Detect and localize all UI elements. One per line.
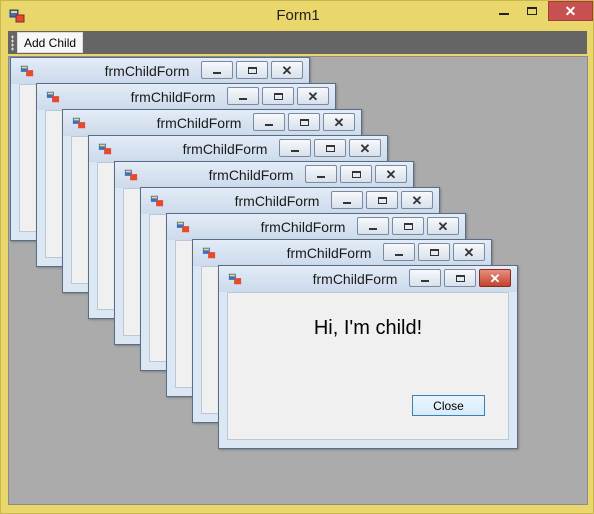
child-maximize-button[interactable] <box>340 165 372 183</box>
child-titlebar[interactable]: frmChildForm ✕ <box>11 58 309 84</box>
close-form-button[interactable]: Close <box>412 395 485 416</box>
child-titlebar[interactable]: frmChildForm ✕ <box>193 240 491 266</box>
child-titlebar[interactable]: frmChildForm ✕ <box>89 136 387 162</box>
minimize-icon <box>291 150 299 152</box>
maximize-icon <box>429 248 439 256</box>
child-maximize-button[interactable] <box>444 269 476 287</box>
child-close-button[interactable]: ✕ <box>375 165 407 183</box>
child-titlebar[interactable]: frmChildForm ✕ <box>115 162 413 188</box>
maximize-icon <box>351 170 361 178</box>
child-maximize-button[interactable] <box>288 113 320 131</box>
close-icon: ✕ <box>281 62 293 78</box>
minimize-icon <box>213 72 221 74</box>
child-maximize-button[interactable] <box>236 61 268 79</box>
child-close-button[interactable]: ✕ <box>453 243 485 261</box>
close-icon: ✕ <box>411 192 423 208</box>
child-minimize-button[interactable] <box>331 191 363 209</box>
child-minimize-button[interactable] <box>201 61 233 79</box>
close-button[interactable]: ✕ <box>548 1 593 21</box>
maximize-icon <box>377 196 387 204</box>
maximize-icon <box>299 118 309 126</box>
maximize-icon <box>403 222 413 230</box>
active-child-window[interactable]: frmChildForm ✕ Hi, I'm child! Close <box>218 265 518 449</box>
main-titlebar[interactable]: Form1 ✕ <box>1 1 594 31</box>
minimize-icon <box>395 254 403 256</box>
child-close-button[interactable]: ✕ <box>349 139 381 157</box>
child-minimize-button[interactable] <box>279 139 311 157</box>
child-minimize-button[interactable] <box>227 87 259 105</box>
child-minimize-button[interactable] <box>409 269 441 287</box>
child-minimize-button[interactable] <box>383 243 415 261</box>
child-maximize-button[interactable] <box>392 217 424 235</box>
child-titlebar[interactable]: frmChildForm ✕ <box>63 110 361 136</box>
child-titlebar[interactable]: frmChildForm ✕ <box>167 214 465 240</box>
close-icon: ✕ <box>333 114 345 130</box>
minimize-icon <box>369 228 377 230</box>
child-minimize-button[interactable] <box>253 113 285 131</box>
maximize-icon <box>527 7 537 15</box>
minimize-button[interactable] <box>491 1 517 21</box>
child-body: Hi, I'm child! Close <box>227 292 509 440</box>
child-close-button[interactable]: ✕ <box>401 191 433 209</box>
child-titlebar[interactable]: frmChildForm ✕ <box>37 84 335 110</box>
minimize-icon <box>317 176 325 178</box>
child-maximize-button[interactable] <box>418 243 450 261</box>
menu-strip: Add Child <box>8 31 587 54</box>
child-close-button[interactable]: ✕ <box>479 269 511 287</box>
close-icon: ✕ <box>307 88 319 104</box>
child-titlebar[interactable]: frmChildForm ✕ <box>141 188 439 214</box>
close-icon: ✕ <box>359 140 371 156</box>
child-close-button[interactable]: ✕ <box>271 61 303 79</box>
maximize-button[interactable] <box>519 1 545 21</box>
main-window: Form1 ✕ Add Child frmChildForm ✕ frmChil… <box>0 0 594 514</box>
child-maximize-button[interactable] <box>262 87 294 105</box>
greeting-label: Hi, I'm child! <box>313 317 423 339</box>
maximize-icon <box>273 92 283 100</box>
minimize-icon <box>421 280 429 282</box>
maximize-icon <box>325 144 335 152</box>
child-close-button[interactable]: ✕ <box>297 87 329 105</box>
child-close-button[interactable]: ✕ <box>323 113 355 131</box>
mdi-client-area: frmChildForm ✕ frmChildForm ✕ frmChildFo… <box>8 56 588 505</box>
child-close-button[interactable]: ✕ <box>427 217 459 235</box>
minimize-icon <box>343 202 351 204</box>
child-minimize-button[interactable] <box>357 217 389 235</box>
child-maximize-button[interactable] <box>366 191 398 209</box>
child-titlebar[interactable]: frmChildForm ✕ <box>219 266 517 292</box>
minimize-icon <box>239 98 247 100</box>
minimize-icon <box>265 124 273 126</box>
maximize-icon <box>455 274 465 282</box>
close-icon: ✕ <box>463 244 475 260</box>
add-child-menu-item[interactable]: Add Child <box>17 32 84 53</box>
close-icon: ✕ <box>385 166 397 182</box>
close-icon: ✕ <box>489 270 501 286</box>
maximize-icon <box>247 66 257 74</box>
close-icon: ✕ <box>437 218 449 234</box>
child-maximize-button[interactable] <box>314 139 346 157</box>
menu-grip[interactable] <box>11 35 14 51</box>
close-icon: ✕ <box>564 3 577 19</box>
minimize-icon <box>499 13 509 15</box>
child-minimize-button[interactable] <box>305 165 337 183</box>
